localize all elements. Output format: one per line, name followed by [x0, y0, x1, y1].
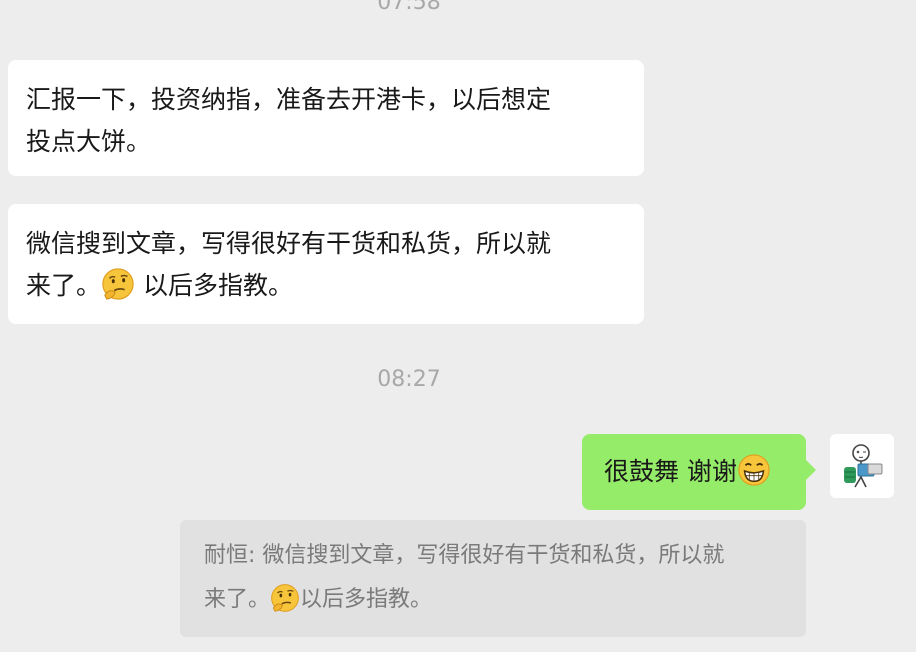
quote-text-line-2: 来了。 以后多指教。	[204, 578, 782, 622]
message-text: 来了。	[26, 271, 102, 300]
quote-text: 来了。	[204, 587, 271, 612]
quote-text-line: 耐恒: 微信搜到文章，写得很好有干货和私货，所以就	[204, 543, 725, 568]
message-text-line-2: 来了。 以后多指教。	[26, 265, 626, 307]
thinking-face-icon	[271, 584, 299, 612]
incoming-message-bubble[interactable]: 微信搜到文章，写得很好有干货和私货，所以就 来了。 以后多指教。	[8, 204, 644, 324]
quoted-message[interactable]: 耐恒: 微信搜到文章，写得很好有干货和私货，所以就 来了。 以后多指教。	[180, 520, 806, 637]
quote-text: 以后多指教。	[300, 587, 433, 612]
message-text-line: 投点大饼。	[26, 127, 152, 156]
message-text: 以后多指教。	[142, 271, 293, 300]
message-text-line: 汇报一下，投资纳指，准备去开港卡，以后想定	[26, 85, 552, 114]
incoming-message-bubble[interactable]: 汇报一下，投资纳指，准备去开港卡，以后想定 投点大饼。	[8, 60, 644, 176]
timestamp: 07:58	[377, 0, 441, 15]
message-text: 很鼓舞 谢谢	[604, 457, 737, 486]
outgoing-message-bubble[interactable]: 很鼓舞 谢谢	[582, 434, 816, 510]
thinking-face-icon	[102, 268, 134, 300]
timestamp: 08:27	[377, 367, 441, 392]
stick-figure-laptop-icon	[844, 444, 883, 488]
message-text-line: 很鼓舞 谢谢	[604, 451, 806, 493]
message-text-line: 微信搜到文章，写得很好有干货和私货，所以就	[26, 229, 552, 258]
grinning-face-icon	[738, 454, 770, 486]
user-avatar[interactable]	[830, 434, 894, 498]
